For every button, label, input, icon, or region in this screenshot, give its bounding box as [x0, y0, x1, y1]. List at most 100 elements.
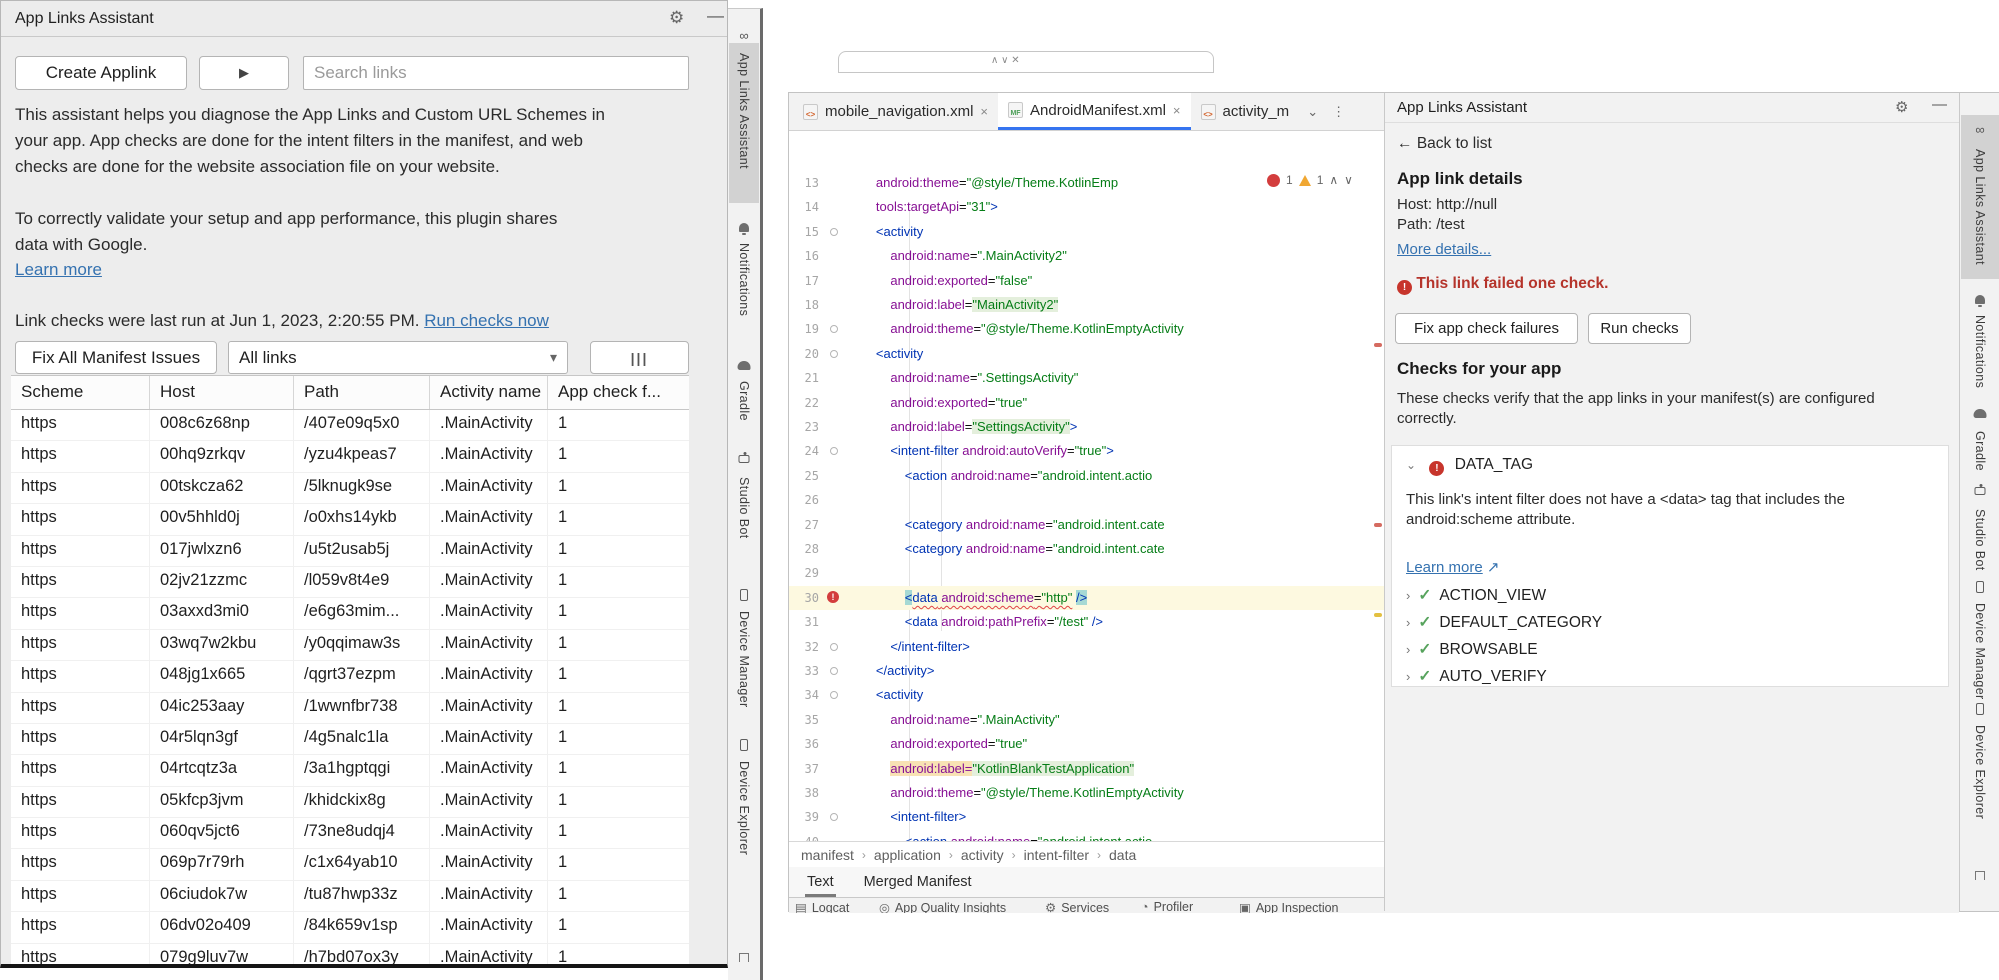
table-row[interactable]: https079g9luv7w/h7bd07ox3y.MainActivity1: [11, 944, 689, 968]
back-to-list-link[interactable]: ← Back to list: [1397, 135, 1492, 153]
panel-header[interactable]: App Links Assistant ⚙ —: [1385, 93, 1959, 123]
stripe-tab-notifications[interactable]: Notifications: [737, 243, 751, 316]
table-row[interactable]: https048jg1x665/qgrt37ezpm.MainActivity1: [11, 661, 689, 692]
fold-icon[interactable]: [830, 228, 838, 236]
code-text: <data android:pathPrefix="/test" />: [847, 610, 1103, 634]
table-row[interactable]: https03wq7w2kbu/y0qqimaw3s.MainActivity1: [11, 630, 689, 661]
breadcrumb-item[interactable]: data: [1109, 847, 1136, 863]
column-header[interactable]: App check f...: [547, 376, 689, 409]
table-row[interactable]: https017jwlxzn6/u5t2usab5j.MainActivity1: [11, 536, 689, 567]
table-cell: https: [11, 441, 149, 471]
stripe-tab-device-explorer[interactable]: Device Explorer: [737, 761, 751, 855]
stripe-tab-app-links-assistant[interactable]: App Links Assistant: [1973, 149, 1987, 265]
gear-icon[interactable]: ⚙: [1895, 98, 1908, 116]
external-link-icon: ↗: [1487, 559, 1500, 576]
prev-issue-icon[interactable]: ∧: [1329, 173, 1338, 187]
tool-window-button[interactable]: ◎App Quality Insights: [879, 900, 1006, 913]
code-text: android:label="SettingsActivity">: [847, 415, 1077, 439]
stripe-tab-device-manager[interactable]: Device Manager: [1973, 603, 1987, 700]
column-header[interactable]: Activity name: [429, 376, 547, 409]
error-gutter-icon[interactable]: !: [827, 591, 839, 603]
run-icon-button[interactable]: ▶: [199, 56, 289, 90]
column-header[interactable]: Path: [293, 376, 429, 409]
create-applink-button[interactable]: Create Applink: [15, 56, 187, 90]
editor-tab[interactable]: <>activity_m: [1191, 93, 1300, 130]
stripe-tab-gradle[interactable]: Gradle: [1973, 431, 1987, 471]
table-row[interactable]: https069p7r79rh/c1x64yab10.MainActivity1: [11, 849, 689, 880]
table-row[interactable]: https00v5hhld0j/o0xhs14ykb.MainActivity1: [11, 504, 689, 535]
breadcrumb-item[interactable]: activity: [961, 847, 1004, 863]
app-link-details-header: App link details: [1397, 169, 1523, 189]
table-cell: 1: [547, 881, 689, 911]
tab-label: activity_m: [1223, 103, 1290, 120]
table-row[interactable]: https008c6z68np/407e09q5x0.MainActivity1: [11, 410, 689, 441]
run-checks-button[interactable]: Run checks: [1588, 313, 1691, 344]
chevron-down-icon[interactable]: ⌄: [1307, 104, 1318, 120]
stripe-tab-notifications[interactable]: Notifications: [1973, 315, 1987, 388]
table-cell: https: [11, 410, 149, 440]
table-row[interactable]: https04rtcqtz3a/3a1hgptqgi.MainActivity1: [11, 755, 689, 786]
table-row[interactable]: https03axxd3mi0/e6g63mim....MainActivity…: [11, 598, 689, 629]
more-details-link[interactable]: More details...: [1397, 241, 1491, 258]
fold-icon[interactable]: [830, 667, 838, 675]
table-row[interactable]: https00tskcza62/5lknugk9se.MainActivity1: [11, 473, 689, 504]
fold-icon[interactable]: [830, 350, 838, 358]
learn-more-link[interactable]: Learn more: [15, 260, 102, 280]
stripe-tab-device-explorer[interactable]: Device Explorer: [1973, 725, 1987, 819]
table-row[interactable]: https06ciudok7w/tu87hwp33z.MainActivity1: [11, 881, 689, 912]
fix-app-check-failures-button[interactable]: Fix app check failures: [1395, 313, 1578, 344]
editor-tab[interactable]: MFAndroidManifest.xml×: [998, 93, 1190, 130]
passed-check-row[interactable]: ›✓DEFAULT_CATEGORY: [1406, 613, 1602, 632]
next-issue-icon[interactable]: ∨: [1344, 173, 1353, 187]
tool-window-button[interactable]: ▤Logcat: [795, 900, 849, 913]
stripe-tab-gradle[interactable]: Gradle: [737, 381, 751, 421]
table-row[interactable]: https060qv5jct6/73ne8udqj4.MainActivity1: [11, 818, 689, 849]
tool-window-button[interactable]: ⚙Services: [1045, 900, 1109, 913]
code-editor[interactable]: 13 android:theme="@style/Theme.KotlinEmp…: [789, 131, 1384, 841]
passed-check-row[interactable]: ›✓ACTION_VIEW: [1406, 586, 1546, 605]
column-header[interactable]: Scheme: [11, 376, 149, 409]
table-row[interactable]: https05kfcp3jvm/khidckix8g.MainActivity1: [11, 787, 689, 818]
failed-check-row[interactable]: ⌄ ! DATA_TAG: [1406, 456, 1533, 476]
minimize-icon[interactable]: —: [1932, 96, 1947, 113]
breadcrumb-item[interactable]: application: [874, 847, 941, 863]
close-icon[interactable]: ×: [1173, 103, 1181, 118]
gear-icon[interactable]: ⚙: [669, 8, 684, 28]
passed-check-row[interactable]: ›✓BROWSABLE: [1406, 640, 1538, 659]
fold-icon[interactable]: [830, 643, 838, 651]
editor-tab[interactable]: <>mobile_navigation.xml×: [793, 93, 998, 130]
stripe-tab-device-manager[interactable]: Device Manager: [737, 611, 751, 708]
table-row[interactable]: https02jv21zzmc/l059v8t4e9.MainActivity1: [11, 567, 689, 598]
fold-icon[interactable]: [830, 447, 838, 455]
kebab-menu-icon[interactable]: ⋮: [1332, 104, 1345, 120]
table-row[interactable]: https04ic253aay/1wwnfbr738.MainActivity1: [11, 693, 689, 724]
search-input[interactable]: [303, 56, 689, 90]
tool-window-button[interactable]: ◔Profiler: [1141, 900, 1193, 913]
links-table-header[interactable]: SchemeHostPathActivity nameApp check f..…: [11, 375, 689, 410]
stripe-tab-app-links-assistant[interactable]: App Links Assistant: [737, 53, 751, 169]
breadcrumb-item[interactable]: intent-filter: [1024, 847, 1089, 863]
run-checks-now-link[interactable]: Run checks now: [424, 311, 549, 330]
passed-check-row[interactable]: ›✓AUTO_VERIFY: [1406, 667, 1547, 686]
stripe-tab-studio-bot[interactable]: Studio Bot: [737, 477, 751, 539]
fold-icon[interactable]: [830, 691, 838, 699]
inspection-widget[interactable]: 1 1 ∧ ∨: [1267, 173, 1353, 187]
links-filter-dropdown[interactable]: All links ▾: [228, 341, 568, 374]
fold-icon[interactable]: [830, 325, 838, 333]
view-tab-text[interactable]: Text: [805, 869, 836, 895]
table-row[interactable]: https00hq9zrkqv/yzu4kpeas7.MainActivity1: [11, 441, 689, 472]
window-titlebar[interactable]: App Links Assistant ⚙ —: [1, 1, 727, 37]
column-header[interactable]: Host: [149, 376, 293, 409]
fix-all-manifest-issues-button[interactable]: Fix All Manifest Issues: [15, 341, 217, 374]
column-settings-button[interactable]: |||: [590, 341, 689, 374]
table-row[interactable]: https06dv02o409/84k659v1sp.MainActivity1: [11, 912, 689, 943]
tool-window-button[interactable]: ▣App Inspection: [1239, 900, 1339, 913]
minimize-icon[interactable]: —: [707, 6, 724, 26]
fold-icon[interactable]: [830, 813, 838, 821]
table-row[interactable]: https04r5lqn3gf/4g5nalc1la.MainActivity1: [11, 724, 689, 755]
view-tab-merged-manifest[interactable]: Merged Manifest: [862, 869, 974, 895]
breadcrumb-item[interactable]: manifest: [801, 847, 854, 863]
stripe-tab-studio-bot[interactable]: Studio Bot: [1973, 509, 1987, 571]
close-icon[interactable]: ×: [980, 104, 988, 119]
learn-more-link[interactable]: Learn more ↗: [1406, 558, 1499, 576]
